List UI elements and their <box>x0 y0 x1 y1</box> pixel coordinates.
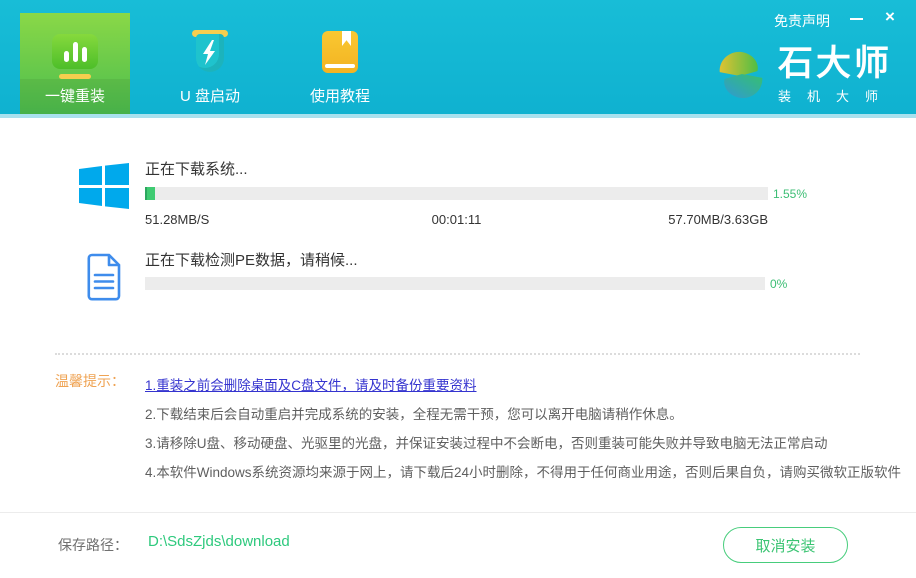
tab-tutorial[interactable]: 使用教程 <box>285 13 395 114</box>
header: 一键重装 U 盘启动 使用教程 免责声明 × <box>0 0 916 118</box>
download-progress-fill <box>145 187 155 200</box>
brand-logo-icon <box>712 46 770 104</box>
download-stats-row: 51.28MB/S 00:01:11 57.70MB/3.63GB <box>145 212 768 230</box>
tab-label: 使用教程 <box>310 85 370 106</box>
brand: 石大师 装机大师 <box>712 44 894 105</box>
save-path-value[interactable]: D:\SdsZjds\download <box>148 533 290 550</box>
book-icon <box>317 30 363 76</box>
usb-shield-icon <box>186 30 234 78</box>
cancel-install-button[interactable]: 取消安装 <box>723 527 848 563</box>
pe-progress-bar <box>145 277 765 290</box>
tab-label: U 盘启动 <box>180 85 240 106</box>
document-icon <box>82 252 126 302</box>
disclaimer-link[interactable]: 免责声明 <box>774 11 830 31</box>
tips-list: 1.重装之前会删除桌面及C盘文件，请及时备份重要资料 2.下载结束后会自动重启并… <box>145 371 911 487</box>
tips-label: 温馨提示： <box>55 371 125 391</box>
tip-line: 3.请移除U盘、移动硬盘、光驱里的光盘，并保证安装过程中不会断电，否则重装可能失… <box>145 429 911 458</box>
download-status-text: 正在下载系统... <box>145 158 248 179</box>
dashed-divider <box>55 353 860 355</box>
tip-line: 1.重装之前会删除桌面及C盘文件，请及时备份重要资料 <box>145 371 911 400</box>
download-speed: 51.28MB/S <box>145 212 209 227</box>
download-progress-bar <box>145 187 768 200</box>
tip-line: 4.本软件Windows系统资源均来源于网上，请下载后24小时删除，不得用于任何… <box>145 458 911 487</box>
brand-name: 石大师 <box>778 44 894 84</box>
pe-status-text: 正在下载检测PE数据，请稍候... <box>145 249 358 270</box>
tab-label: 一键重装 <box>20 79 130 114</box>
download-percent-label: 1.55% <box>773 187 807 201</box>
download-size: 57.70MB/3.63GB <box>668 212 768 227</box>
header-bottom-strip <box>0 114 916 118</box>
save-path-label: 保存路径： <box>58 535 128 555</box>
app-window: 一键重装 U 盘启动 使用教程 免责声明 × <box>0 0 916 578</box>
close-icon[interactable]: × <box>880 6 900 28</box>
bar-chart-icon <box>52 34 98 69</box>
tab-one-click-reinstall[interactable]: 一键重装 <box>20 13 130 114</box>
download-elapsed-time: 00:01:11 <box>432 212 482 227</box>
tip-line: 2.下载结束后会自动重启并完成系统的安装，全程无需干预，您可以离开电脑请稍作休息… <box>145 400 911 429</box>
footer-divider <box>0 512 916 513</box>
windows-logo-icon <box>78 160 130 212</box>
pe-percent-label: 0% <box>770 277 787 291</box>
tab-usb-boot[interactable]: U 盘启动 <box>155 13 265 114</box>
brand-subtitle: 装机大师 <box>778 86 894 105</box>
minimize-icon[interactable] <box>848 9 866 27</box>
